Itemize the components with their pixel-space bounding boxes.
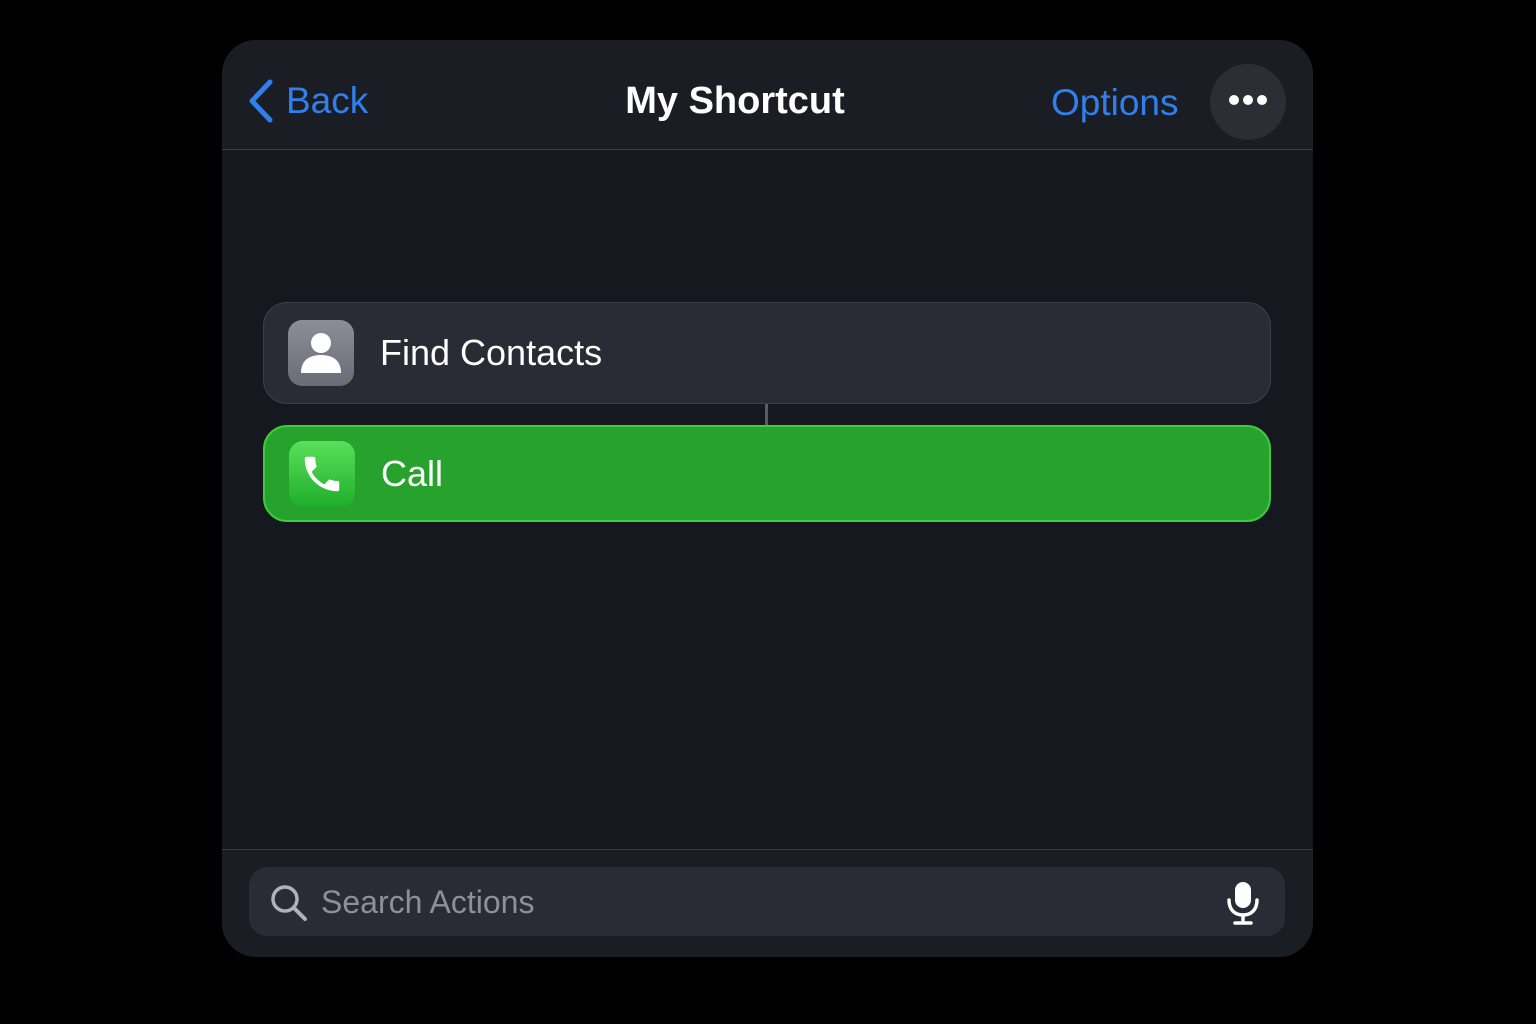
shortcut-editor-window: Back My Shortcut Options Find Contacts C… [222,40,1313,957]
action-find-contacts[interactable]: Find Contacts [263,302,1271,404]
actions-canvas: Find Contacts Call [222,150,1313,850]
search-placeholder: Search Actions [321,884,535,920]
action-call[interactable]: Call [263,425,1271,522]
action-connector [765,404,768,425]
bottom-toolbar: Search Actions [222,849,1313,957]
action-label-find-contacts: Find Contacts [380,332,603,373]
navigation-bar: Back My Shortcut Options [222,40,1313,150]
options-button[interactable]: Options [1051,80,1179,126]
search-icon [269,883,309,928]
ellipsis-icon [1228,93,1268,111]
contact-icon [288,320,354,386]
microphone-icon[interactable] [1225,880,1261,931]
phone-icon [289,440,355,507]
search-actions-field[interactable]: Search Actions [249,867,1285,936]
more-button[interactable] [1210,64,1286,140]
action-label-call: Call [381,452,444,494]
